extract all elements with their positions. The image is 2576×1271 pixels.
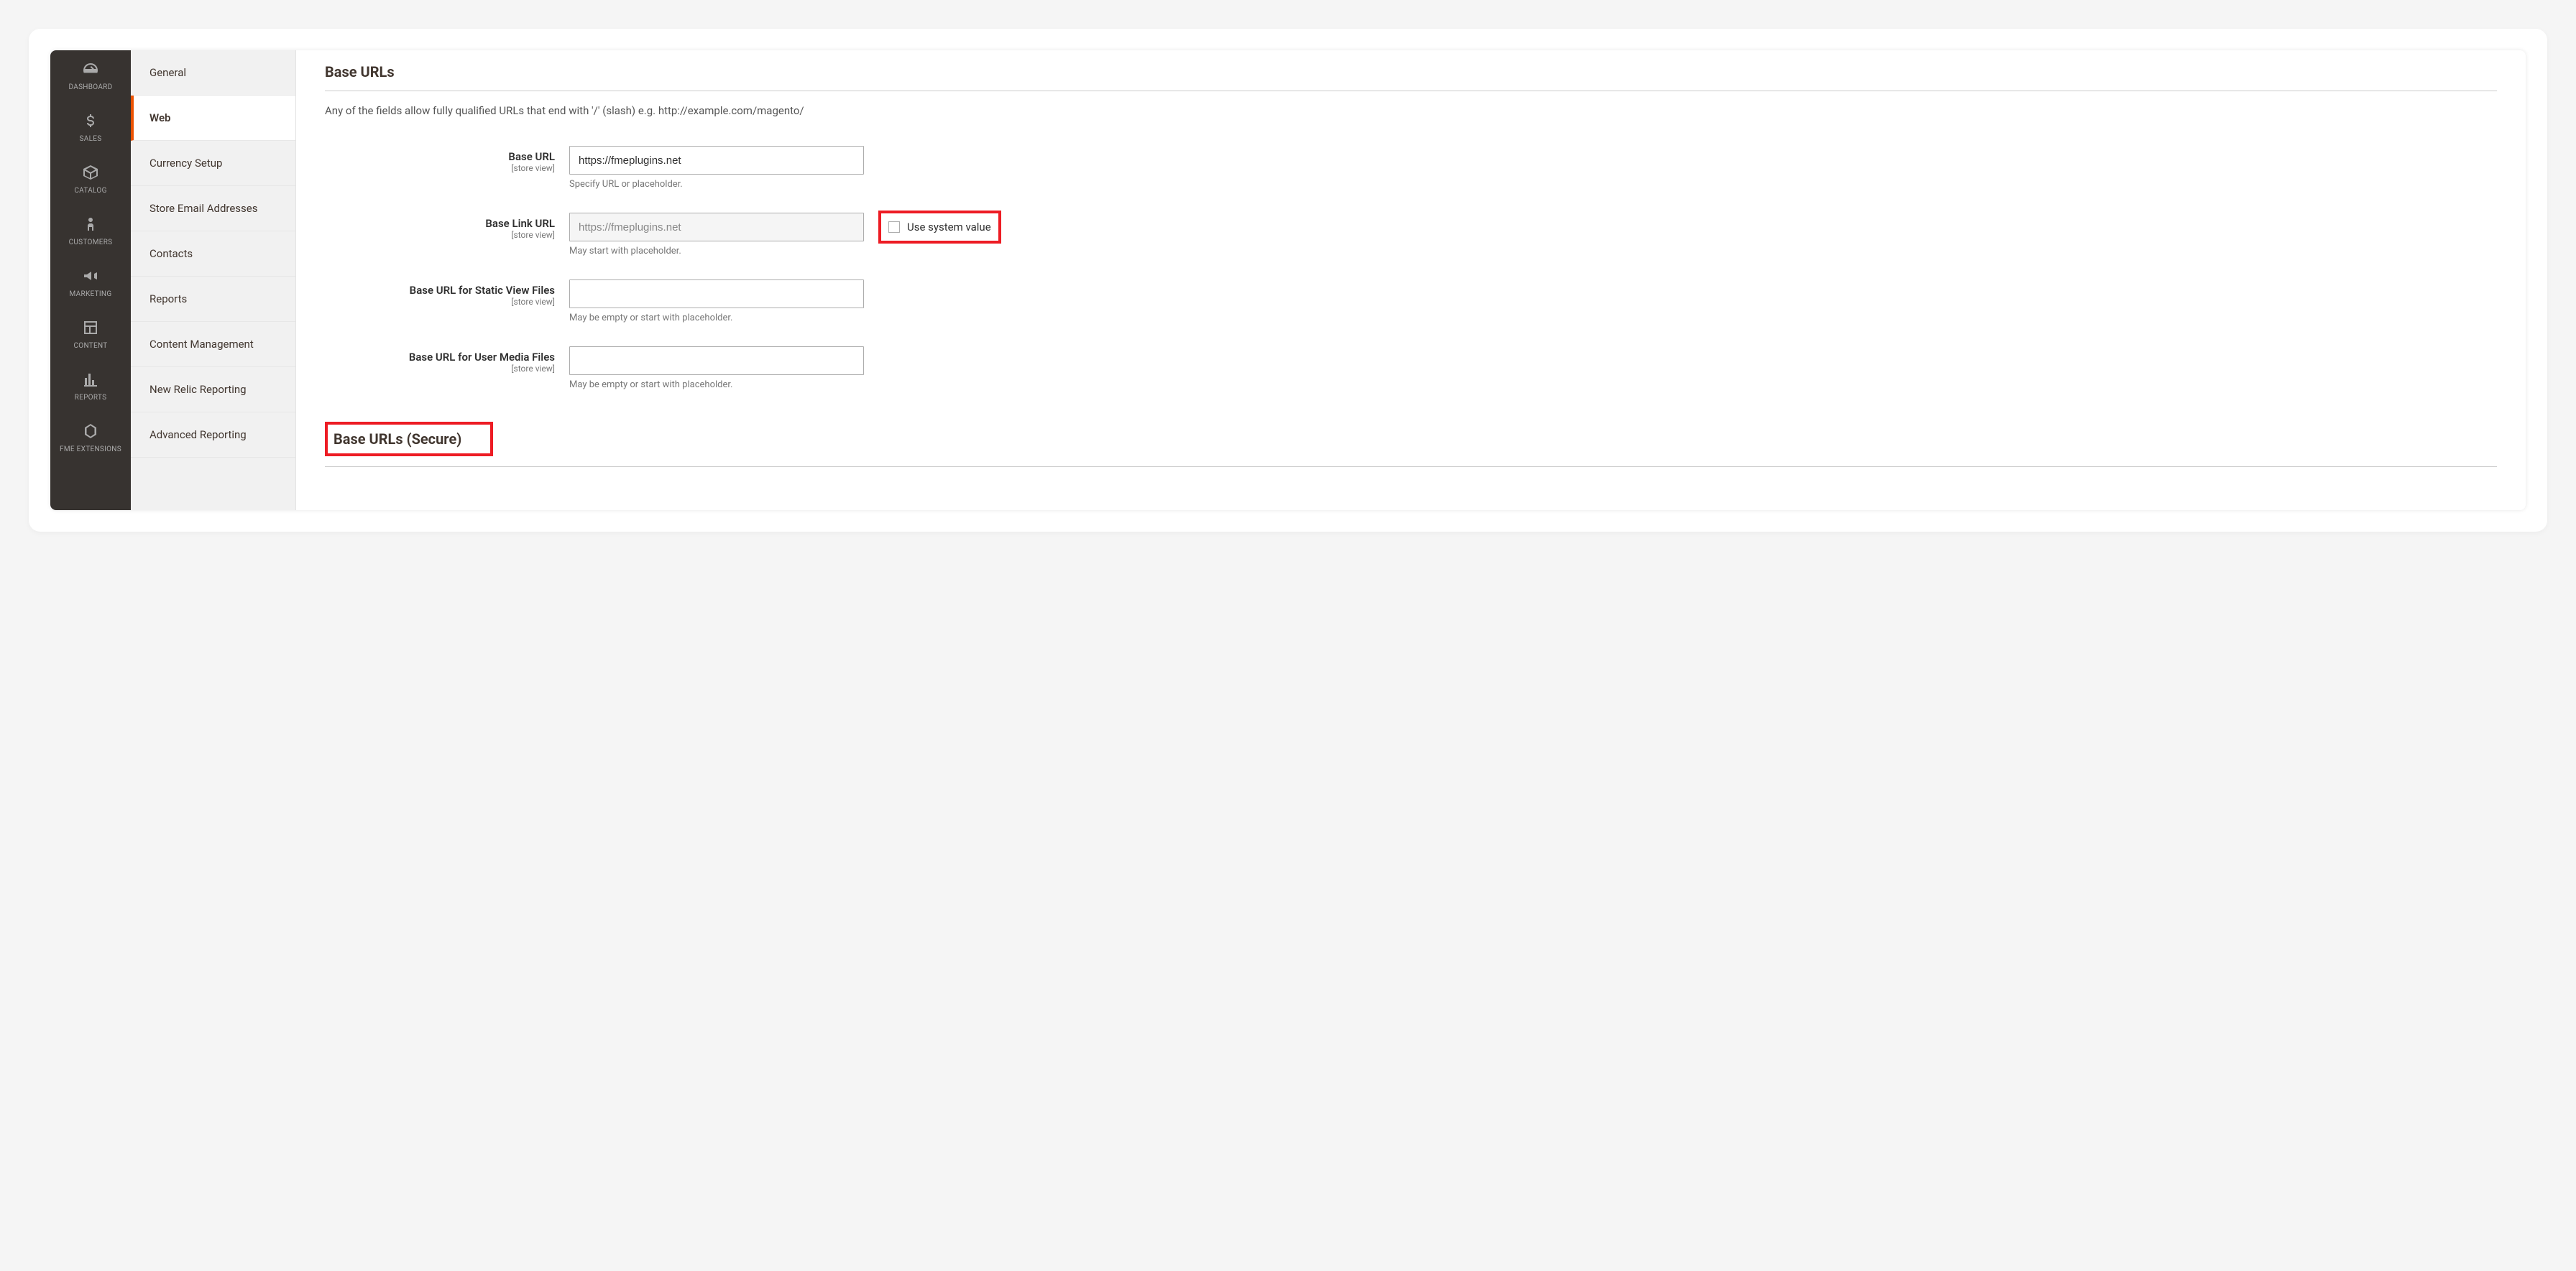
field-row-base-url: Base URL [store view] Specify URL or pla…	[325, 146, 2497, 190]
section-title-base-urls: Base URLs	[325, 63, 2497, 91]
field-scope: [store view]	[325, 163, 555, 173]
use-system-value-checkbox[interactable]	[888, 221, 900, 233]
dollar-icon	[80, 111, 101, 131]
main-nav: DASHBOARD SALES CATALOG CUSTOMERS	[50, 50, 131, 510]
nav-item-customers[interactable]: CUSTOMERS	[50, 205, 131, 257]
field-note: Specify URL or placeholder.	[569, 179, 864, 190]
use-system-value-label: Use system value	[907, 221, 991, 234]
nav-label: DASHBOARD	[68, 83, 112, 92]
base-link-url-input[interactable]	[569, 213, 864, 241]
nav-label: SALES	[80, 135, 102, 144]
base-url-input[interactable]	[569, 146, 864, 175]
subnav-item-currency-setup[interactable]: Currency Setup	[131, 141, 295, 186]
field-scope: [store view]	[325, 297, 555, 307]
box-icon	[80, 162, 101, 182]
nav-label: CUSTOMERS	[69, 239, 113, 247]
subnav-item-advanced-reporting[interactable]: Advanced Reporting	[131, 412, 295, 458]
nav-item-catalog[interactable]: CATALOG	[50, 154, 131, 205]
nav-label: MARKETING	[70, 290, 112, 299]
section-title-base-urls-secure: Base URLs (Secure)	[334, 430, 461, 448]
field-scope: [store view]	[325, 364, 555, 374]
gauge-icon	[80, 59, 101, 79]
nav-item-marketing[interactable]: MARKETING	[50, 257, 131, 309]
admin-panel: DASHBOARD SALES CATALOG CUSTOMERS	[50, 50, 2526, 510]
nav-item-dashboard[interactable]: DASHBOARD	[50, 50, 131, 102]
nav-item-reports[interactable]: REPORTS	[50, 361, 131, 412]
highlight-use-system-value: Use system value	[878, 211, 1001, 244]
field-label: Base URL for User Media Files	[325, 351, 555, 364]
subnav-item-store-email[interactable]: Store Email Addresses	[131, 186, 295, 231]
field-label: Base Link URL	[325, 217, 555, 230]
section-title-base-urls-secure-row: Base URLs (Secure)	[325, 413, 2497, 467]
field-row-media-files-url: Base URL for User Media Files [store vie…	[325, 346, 2497, 390]
field-label: Base URL for Static View Files	[325, 284, 555, 297]
person-icon	[80, 214, 101, 234]
nav-label: CONTENT	[73, 342, 107, 351]
megaphone-icon	[80, 266, 101, 286]
subnav-item-content-management[interactable]: Content Management	[131, 322, 295, 367]
main-content: Base URLs Any of the fields allow fully …	[296, 50, 2526, 510]
subnav-item-new-relic[interactable]: New Relic Reporting	[131, 367, 295, 412]
subnav-item-web[interactable]: Web	[131, 96, 295, 141]
config-subnav: General Web Currency Setup Store Email A…	[131, 50, 296, 510]
section-description: Any of the fields allow fully qualified …	[325, 104, 2497, 117]
subnav-item-general[interactable]: General	[131, 50, 295, 96]
subnav-item-contacts[interactable]: Contacts	[131, 231, 295, 277]
nav-label: REPORTS	[75, 394, 107, 402]
nav-item-content[interactable]: CONTENT	[50, 309, 131, 361]
nav-label: FME EXTENSIONS	[60, 445, 121, 454]
field-label: Base URL	[325, 150, 555, 163]
layout-icon	[80, 318, 101, 338]
field-note: May be empty or start with placeholder.	[569, 379, 864, 390]
field-note: May start with placeholder.	[569, 246, 864, 256]
field-row-static-files-url: Base URL for Static View Files [store vi…	[325, 279, 2497, 323]
nav-item-sales[interactable]: SALES	[50, 102, 131, 154]
bars-icon	[80, 369, 101, 389]
highlight-base-urls-secure: Base URLs (Secure)	[325, 422, 493, 456]
nav-label: CATALOG	[74, 187, 106, 195]
field-note: May be empty or start with placeholder.	[569, 313, 864, 323]
nav-item-fme-extensions[interactable]: FME EXTENSIONS	[50, 412, 131, 464]
field-scope: [store view]	[325, 230, 555, 240]
media-files-url-input[interactable]	[569, 346, 864, 375]
static-files-url-input[interactable]	[569, 279, 864, 308]
hex-icon	[80, 421, 101, 441]
field-row-base-link-url: Base Link URL [store view] May start wit…	[325, 213, 2497, 256]
subnav-item-reports[interactable]: Reports	[131, 277, 295, 322]
